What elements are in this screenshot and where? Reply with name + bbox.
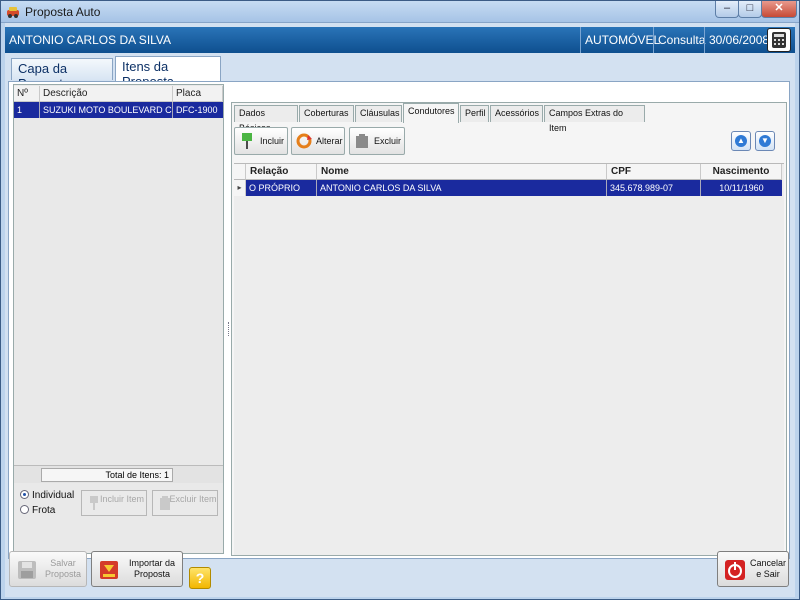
incluir-button[interactable]: Incluir [234, 127, 288, 155]
excluir-item-label: Excluir Item [169, 494, 217, 504]
trash-icon [356, 134, 368, 148]
tab-acessorios[interactable]: Acessórios [490, 105, 543, 122]
radio-individual[interactable]: Individual [20, 490, 74, 501]
maximize-button[interactable]: □ [738, 1, 762, 18]
col-header-nome[interactable]: Nome [317, 164, 607, 180]
move-up-button[interactable]: ▲ [731, 131, 751, 151]
minimize-button[interactable]: – [715, 1, 739, 18]
tab-clausulas[interactable]: Cláusulas [355, 105, 402, 122]
table-row[interactable]: O PRÓPRIO ANTONIO CARLOS DA SILVA 345.67… [246, 180, 782, 196]
category-label: AUTOMÓVEL [580, 27, 664, 53]
app-window: Proposta Auto – □ ✕ ANTONIO CARLOS DA SI… [0, 0, 800, 600]
salvar-proposta-label: Salvar Proposta [44, 558, 82, 579]
arrow-down-icon: ▼ [759, 135, 771, 147]
drivers-table: Relação Nome CPF Nascimento ▸ O PRÓPRIO … [234, 163, 784, 555]
floppy-disk-icon [18, 561, 36, 579]
tab-coberturas[interactable]: Coberturas [299, 105, 354, 122]
item-plate: DFC-1900 [176, 105, 218, 115]
tab-campos-extras[interactable]: Campos Extras do Item [544, 105, 645, 133]
salvar-proposta-button[interactable]: Salvar Proposta [9, 551, 87, 587]
table-row[interactable]: 1 SUZUKI MOTO BOULEVARD C1500 DFC-1900 [14, 102, 223, 118]
client-name: ANTONIO CARLOS DA SILVA [9, 33, 172, 47]
excluir-item-button[interactable]: Excluir Item [152, 490, 218, 516]
incluir-item-label: Incluir Item [99, 494, 144, 504]
col-header-nascimento[interactable]: Nascimento [701, 164, 782, 180]
driver-nome: ANTONIO CARLOS DA SILVA [317, 180, 607, 196]
radio-checked-icon [20, 490, 29, 499]
excluir-button[interactable]: Excluir [349, 127, 405, 155]
help-button[interactable]: ? [189, 567, 211, 589]
window-title: Proposta Auto [25, 5, 101, 19]
pin-icon [90, 496, 98, 510]
arrow-up-icon: ▲ [735, 135, 747, 147]
splitter-handle[interactable] [228, 322, 230, 336]
cancelar-sair-button[interactable]: Cancelar e Sair [717, 551, 789, 587]
col-header-numero[interactable]: Nº [14, 86, 40, 102]
power-icon [725, 560, 745, 580]
item-details-panel: Dados Básicos Coberturas Cláusulas Condu… [231, 102, 787, 556]
incluir-label: Incluir [260, 136, 285, 146]
cancelar-sair-label: Cancelar e Sair [750, 558, 787, 579]
tab-content: Nº Descrição Placa 1 SUZUKI MOTO BOULEVA… [8, 81, 790, 559]
main-frame: ANTONIO CARLOS DA SILVA AUTOMÓVEL Consul… [5, 23, 795, 597]
driver-cpf: 345.678.989-07 [607, 180, 701, 196]
trash-icon [160, 496, 170, 510]
col-header-relacao[interactable]: Relação [246, 164, 317, 180]
tab-capa-da-proposta[interactable]: Capa da Proposta [11, 58, 113, 91]
items-grid: Nº Descrição Placa 1 SUZUKI MOTO BOULEVA… [13, 84, 224, 554]
excluir-label: Excluir [374, 136, 402, 146]
driver-nascimento: 10/11/1960 [719, 183, 764, 193]
tab-dados-basicos[interactable]: Dados Básicos [234, 105, 298, 133]
app-icon [7, 7, 19, 18]
alterar-label: Alterar [316, 136, 343, 146]
item-number: 1 [14, 102, 40, 118]
col-header-placa[interactable]: Placa [173, 86, 223, 102]
pin-icon [242, 133, 252, 149]
calculator-icon[interactable] [767, 28, 791, 52]
importar-proposta-label: Importar da Proposta [128, 558, 176, 579]
row-indicator-header [234, 164, 246, 180]
tab-itens-da-proposta[interactable]: Itens da Proposta [115, 56, 221, 89]
radio-frota[interactable]: Frota [20, 505, 55, 516]
close-button[interactable]: ✕ [761, 1, 797, 18]
date-label: 30/06/2008 [704, 27, 773, 53]
current-row-icon: ▸ [234, 180, 246, 196]
incluir-item-button[interactable]: Incluir Item [81, 490, 147, 516]
header-band: ANTONIO CARLOS DA SILVA AUTOMÓVEL Consul… [5, 27, 795, 53]
tab-condutores[interactable]: Condutores [403, 103, 459, 123]
alterar-button[interactable]: Alterar [291, 127, 345, 155]
title-bar[interactable]: Proposta Auto – □ ✕ [1, 1, 799, 23]
mode-label: Consulta [653, 27, 709, 53]
radio-unchecked-icon [20, 505, 29, 514]
radio-individual-label: Individual [32, 490, 75, 501]
move-down-button[interactable]: ▼ [755, 131, 775, 151]
total-bar: Total de Itens: 1 [14, 465, 223, 483]
refresh-icon [296, 133, 312, 149]
radio-frota-label: Frota [32, 505, 56, 516]
driver-relacao: O PRÓPRIO [246, 180, 317, 196]
col-header-cpf[interactable]: CPF [607, 164, 701, 180]
item-description: SUZUKI MOTO BOULEVARD C1500 [40, 102, 173, 118]
total-items-label: Total de Itens: 1 [41, 468, 173, 482]
tab-perfil[interactable]: Perfil [460, 105, 489, 122]
import-icon [100, 561, 118, 579]
col-header-descricao[interactable]: Descrição [40, 86, 173, 102]
importar-proposta-button[interactable]: Importar da Proposta [91, 551, 183, 587]
